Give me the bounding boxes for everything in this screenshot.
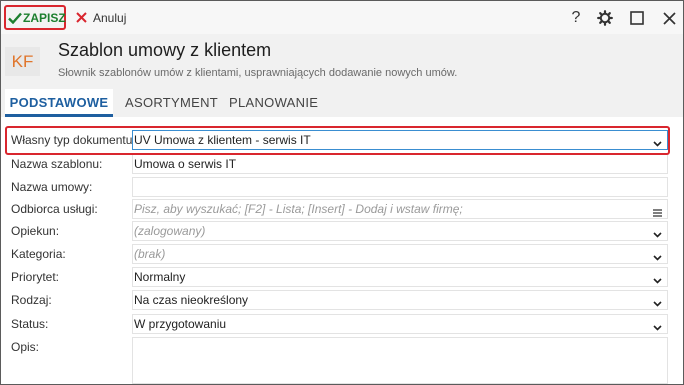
tab-podstawowe[interactable]: PODSTAWOWE bbox=[5, 89, 113, 117]
status-select[interactable]: W przygotowaniu bbox=[132, 314, 668, 334]
kind-label: Rodzaj: bbox=[11, 293, 52, 307]
guardian-placeholder: (zalogowany) bbox=[134, 224, 206, 238]
save-button-label: ZAPISZ bbox=[23, 10, 66, 25]
save-button[interactable]: ZAPISZ bbox=[4, 5, 66, 30]
toolbar: ZAPISZ Anuluj ? bbox=[1, 1, 683, 34]
status-row: Status: W przygotowaniu bbox=[1, 314, 683, 335]
chevron-down-icon[interactable] bbox=[653, 225, 662, 243]
gear-icon bbox=[597, 10, 613, 26]
priority-select[interactable]: Normalny bbox=[132, 267, 668, 287]
contract-name-label: Nazwa umowy: bbox=[11, 180, 93, 194]
chevron-down-icon[interactable] bbox=[653, 318, 662, 336]
priority-value: Normalny bbox=[134, 270, 186, 284]
cancel-button[interactable]: Anuluj bbox=[76, 5, 126, 30]
template-name-input[interactable]: Umowa o serwis IT bbox=[132, 154, 668, 174]
recipient-label: Odbiorca usługi: bbox=[11, 202, 98, 216]
guardian-select[interactable]: (zalogowany) bbox=[132, 221, 668, 241]
cancel-button-label: Anuluj bbox=[93, 10, 127, 25]
close-x-icon bbox=[76, 12, 87, 23]
dialog-header: KF Szablon umowy z klientem Słownik szab… bbox=[1, 34, 683, 89]
guardian-label: Opiekun: bbox=[11, 224, 60, 238]
contract-name-row: Nazwa umowy: bbox=[1, 177, 683, 198]
category-row: Kategoria: (brak) bbox=[1, 244, 683, 265]
status-label: Status: bbox=[11, 317, 49, 331]
category-select[interactable]: (brak) bbox=[132, 244, 668, 264]
kind-value: Na czas nieokreślony bbox=[134, 293, 249, 307]
checkmark-icon bbox=[8, 12, 22, 24]
category-label: Kategoria: bbox=[11, 247, 66, 261]
priority-label: Priorytet: bbox=[11, 270, 60, 284]
settings-button[interactable] bbox=[595, 7, 615, 29]
module-badge: KF bbox=[5, 47, 40, 76]
close-icon bbox=[662, 11, 676, 25]
status-value: W przygotowaniu bbox=[134, 317, 227, 331]
help-icon: ? bbox=[571, 9, 581, 26]
page-title: Szablon umowy z klientem bbox=[58, 40, 272, 60]
guardian-row: Opiekun: (zalogowany) bbox=[1, 221, 683, 242]
page-subtitle: Słownik szablonów umów z klientami, uspr… bbox=[58, 67, 458, 79]
chevron-down-icon[interactable] bbox=[653, 294, 662, 312]
contract-name-input[interactable] bbox=[132, 177, 668, 197]
chevron-down-icon[interactable] bbox=[653, 271, 662, 289]
description-label: Opis: bbox=[11, 340, 40, 354]
tab-planowanie[interactable]: PLANOWANIE bbox=[229, 89, 318, 117]
template-name-label: Nazwa szablonu: bbox=[11, 157, 103, 171]
tab-asortyment[interactable]: ASORTYMENT bbox=[125, 89, 218, 117]
recipient-placeholder: Pisz, aby wyszukać; [F2] - Lista; [Inser… bbox=[134, 202, 463, 216]
template-name-row: Nazwa szablonu: Umowa o serwis IT bbox=[1, 154, 683, 175]
maximize-icon bbox=[630, 11, 644, 25]
recipient-input[interactable]: Pisz, aby wyszukać; [F2] - Lista; [Inser… bbox=[132, 199, 668, 219]
tab-bar: PODSTAWOWE ASORTYMENT PLANOWANIE bbox=[1, 89, 683, 117]
form-panel: Własny typ dokumentu: UV Umowa z kliente… bbox=[1, 117, 683, 384]
recipient-row: Odbiorca usługi: Pisz, aby wyszukać; [F2… bbox=[1, 199, 683, 220]
priority-row: Priorytet: Normalny bbox=[1, 267, 683, 288]
kind-row: Rodzaj: Na czas nieokreślony bbox=[1, 290, 683, 311]
highlight-box bbox=[5, 126, 670, 155]
kind-select[interactable]: Na czas nieokreślony bbox=[132, 290, 668, 310]
list-menu-icon[interactable] bbox=[653, 204, 662, 222]
help-button[interactable]: ? bbox=[567, 7, 585, 29]
close-button[interactable] bbox=[659, 7, 679, 29]
description-row: Opis: bbox=[1, 337, 683, 384]
category-placeholder: (brak) bbox=[134, 247, 166, 261]
chevron-down-icon[interactable] bbox=[653, 248, 662, 266]
maximize-button[interactable] bbox=[627, 7, 647, 29]
dialog-window: ZAPISZ Anuluj ? KF Szablon umowy z klien… bbox=[0, 0, 684, 385]
description-textarea[interactable] bbox=[132, 337, 668, 384]
